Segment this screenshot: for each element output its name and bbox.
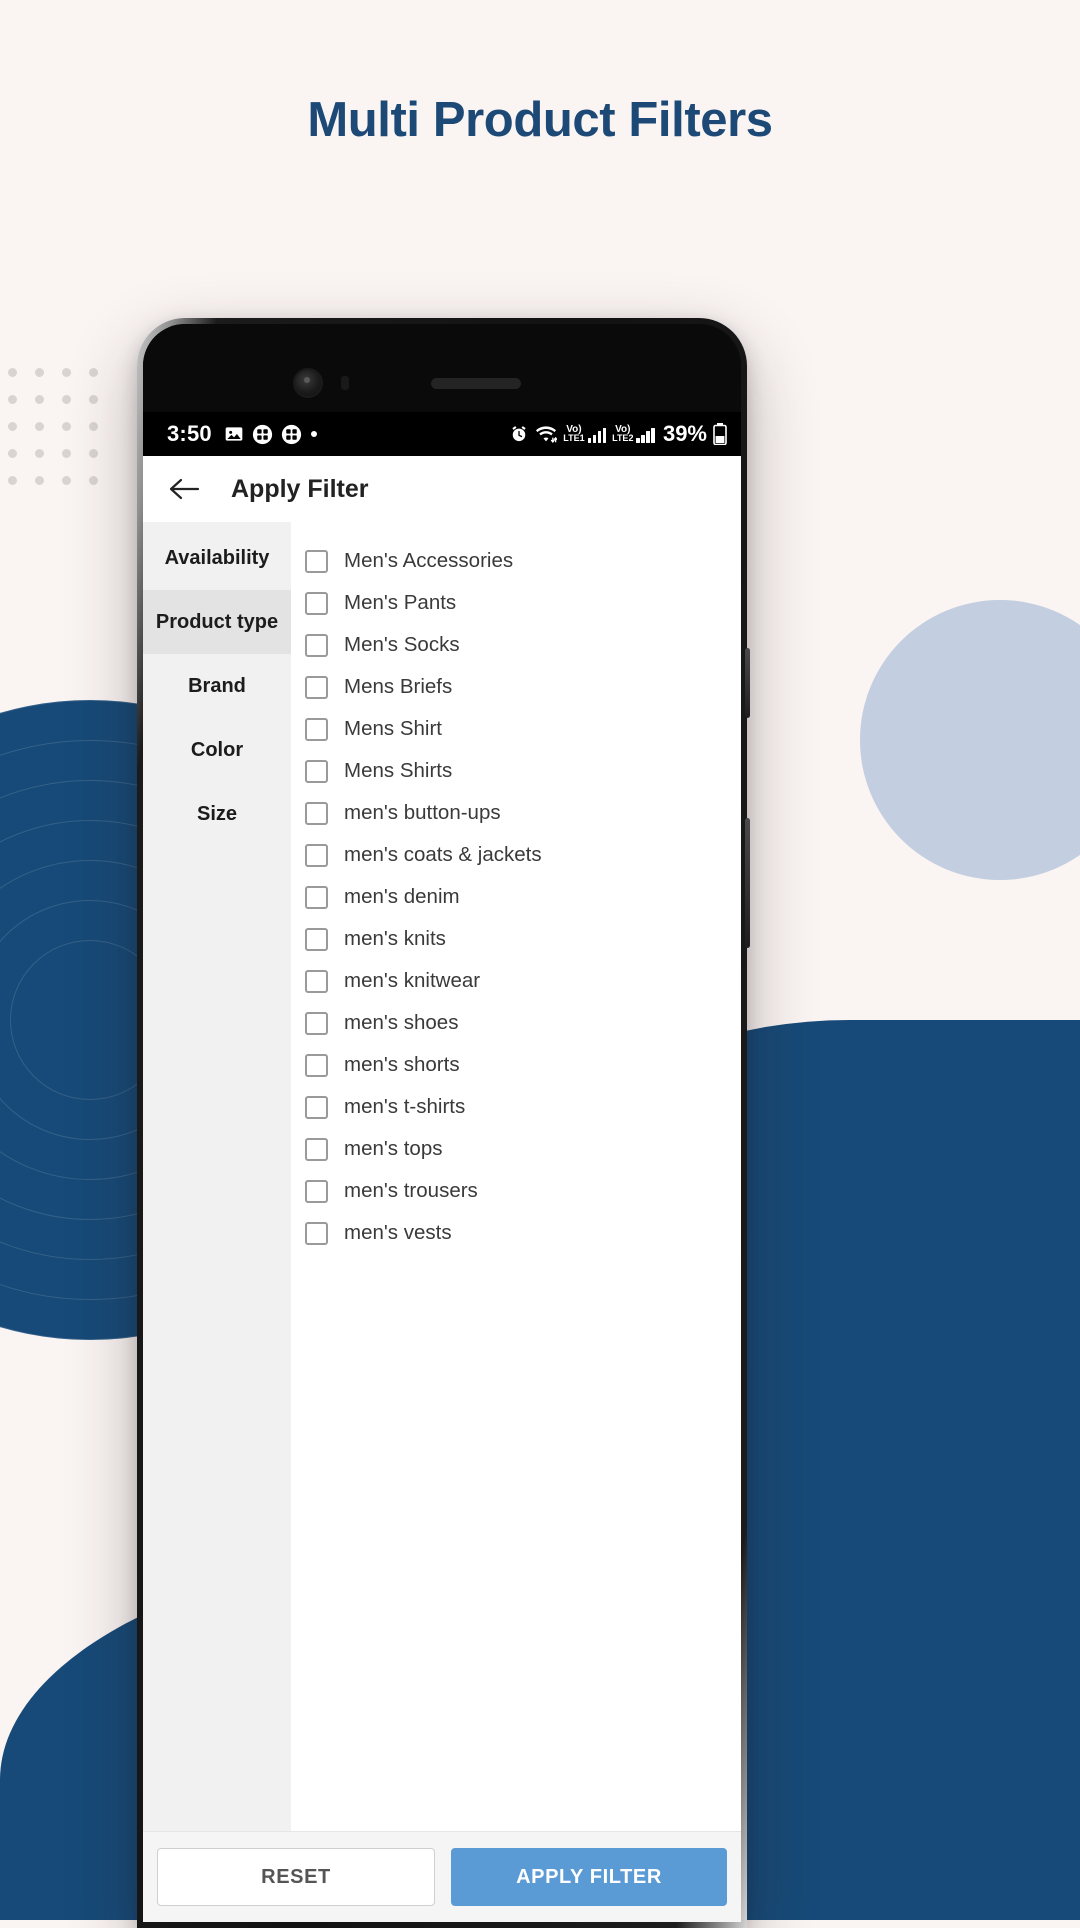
checkbox-icon[interactable] — [305, 927, 328, 951]
filter-option-row[interactable]: men's knits — [305, 918, 741, 960]
light-blue-circle — [860, 600, 1080, 880]
image-icon — [224, 424, 244, 444]
checkbox-icon[interactable] — [305, 1053, 328, 1077]
sim1-network-label: LTE1 — [563, 433, 585, 443]
phone-top-bezel — [143, 324, 741, 412]
filter-option-row[interactable]: men's shoes — [305, 1002, 741, 1044]
app-content: Apply Filter Availability Product type Bra… — [143, 456, 741, 1922]
checkbox-icon[interactable] — [305, 1179, 328, 1203]
checkbox-icon[interactable] — [305, 885, 328, 909]
checkbox-icon[interactable] — [305, 633, 328, 657]
filter-option-row[interactable]: men's coats & jackets — [305, 834, 741, 876]
app-icon — [281, 424, 302, 445]
dot-icon — [310, 430, 318, 438]
battery-icon — [713, 423, 727, 445]
phone-power-button[interactable] — [745, 648, 750, 718]
filter-option-label: men's shorts — [344, 1053, 460, 1076]
filter-body: Availability Product type Brand Color Size M… — [143, 522, 741, 1831]
proximity-sensor-icon — [341, 376, 349, 390]
filter-option-row[interactable]: men's trousers — [305, 1170, 741, 1212]
checkbox-icon[interactable] — [305, 591, 328, 615]
filter-options-list: Men's Accessories Men's Pants Men's Socks M… — [291, 522, 741, 1831]
page-title: Multi Product Filters — [307, 93, 773, 147]
checkbox-icon[interactable] — [305, 549, 328, 573]
reset-button[interactable]: RESET — [157, 1848, 435, 1906]
sim1-signal-indicator: Vo) LTE1 — [563, 425, 607, 443]
sidebar-item-label: Color — [190, 739, 244, 761]
phone-screen: 3:50 Vo) LTE1 Vo) LTE2 39% Apply Filter … — [143, 324, 741, 1922]
earpiece-speaker — [431, 378, 521, 389]
sim2-signal-indicator: Vo) LTE2 — [612, 425, 655, 443]
status-bar-time: 3:50 — [167, 421, 212, 446]
filter-option-label: men's trousers — [344, 1179, 478, 1202]
sidebar-item-size[interactable]: Size — [143, 782, 291, 846]
sidebar-item-label: Brand — [188, 675, 246, 697]
filter-option-label: men's button-ups — [344, 801, 501, 824]
filter-option-label: men's denim — [344, 885, 460, 908]
sidebar-item-brand[interactable]: Brand — [143, 654, 291, 718]
page-heading: Apply Filter — [231, 474, 369, 503]
filter-option-label: men's tops — [344, 1137, 443, 1160]
sidebar-item-color[interactable]: Color — [143, 718, 291, 782]
filter-option-row[interactable]: men's vests — [305, 1212, 741, 1254]
filter-option-row[interactable]: men's t-shirts — [305, 1086, 741, 1128]
checkbox-icon[interactable] — [305, 1137, 328, 1161]
checkbox-icon[interactable] — [305, 1011, 328, 1035]
checkbox-icon[interactable] — [305, 801, 328, 825]
filter-option-row[interactable]: men's knitwear — [305, 960, 741, 1002]
filter-option-row[interactable]: men's shorts — [305, 1044, 741, 1086]
back-arrow-icon[interactable] — [167, 472, 201, 506]
checkbox-icon[interactable] — [305, 843, 328, 867]
filter-category-sidebar: Availability Product type Brand Color Size — [143, 522, 291, 1831]
filter-option-row[interactable]: men's tops — [305, 1128, 741, 1170]
dot-grid-pattern — [8, 368, 98, 498]
filter-option-row[interactable]: Mens Shirts — [305, 750, 741, 792]
front-camera-icon — [295, 370, 321, 396]
filter-option-row[interactable]: Mens Briefs — [305, 666, 741, 708]
sim2-signal-bars — [636, 428, 655, 443]
filter-option-row[interactable]: men's button-ups — [305, 792, 741, 834]
filter-option-row[interactable]: Men's Socks — [305, 624, 741, 666]
filter-option-label: Mens Shirt — [344, 717, 442, 740]
filter-option-row[interactable]: Men's Pants — [305, 582, 741, 624]
checkbox-icon[interactable] — [305, 675, 328, 699]
sidebar-item-label: Availability — [164, 547, 270, 569]
battery-percentage: 39% — [662, 421, 707, 446]
sidebar-item-label: Size — [196, 803, 238, 825]
phone-volume-button[interactable] — [745, 818, 750, 948]
wifi-icon — [535, 424, 558, 444]
status-bar: 3:50 Vo) LTE1 Vo) LTE2 39% — [143, 412, 741, 456]
checkbox-icon[interactable] — [305, 1221, 328, 1245]
filter-option-label: Men's Pants — [344, 591, 457, 614]
apply-filter-button[interactable]: APPLY FILTER — [451, 1848, 727, 1906]
filter-option-label: men's vests — [344, 1221, 452, 1244]
filter-option-label: men's knits — [344, 927, 446, 950]
filter-option-row[interactable]: Men's Accessories — [305, 540, 741, 582]
filter-option-label: men's knitwear — [344, 969, 481, 992]
checkbox-icon[interactable] — [305, 717, 328, 741]
filter-option-label: men's t-shirts — [344, 1095, 466, 1118]
filter-option-label: Men's Accessories — [344, 549, 514, 572]
alarm-icon — [509, 424, 529, 444]
checkbox-icon[interactable] — [305, 969, 328, 993]
filter-option-label: Men's Socks — [344, 633, 460, 656]
app-bar: Apply Filter — [143, 456, 741, 522]
filter-option-label: men's coats & jackets — [344, 843, 542, 866]
sidebar-item-label: Product type — [155, 611, 279, 633]
phone-mockup: 3:50 Vo) LTE1 Vo) LTE2 39% Apply Filter … — [137, 318, 750, 1928]
filter-option-row[interactable]: men's denim — [305, 876, 741, 918]
sim2-network-label: LTE2 — [612, 433, 634, 443]
sidebar-item-availability[interactable]: Availability — [143, 526, 291, 590]
action-footer: RESET APPLY FILTER — [143, 1831, 741, 1922]
app-icon — [252, 424, 273, 445]
filter-option-row[interactable]: Mens Shirt — [305, 708, 741, 750]
filter-option-label: Mens Briefs — [344, 675, 453, 698]
sim1-signal-bars — [587, 428, 607, 443]
filter-option-label: Mens Shirts — [344, 759, 453, 782]
filter-option-label: men's shoes — [344, 1011, 459, 1034]
checkbox-icon[interactable] — [305, 759, 328, 783]
sidebar-item-product-type[interactable]: Product type — [143, 590, 291, 654]
checkbox-icon[interactable] — [305, 1095, 328, 1119]
